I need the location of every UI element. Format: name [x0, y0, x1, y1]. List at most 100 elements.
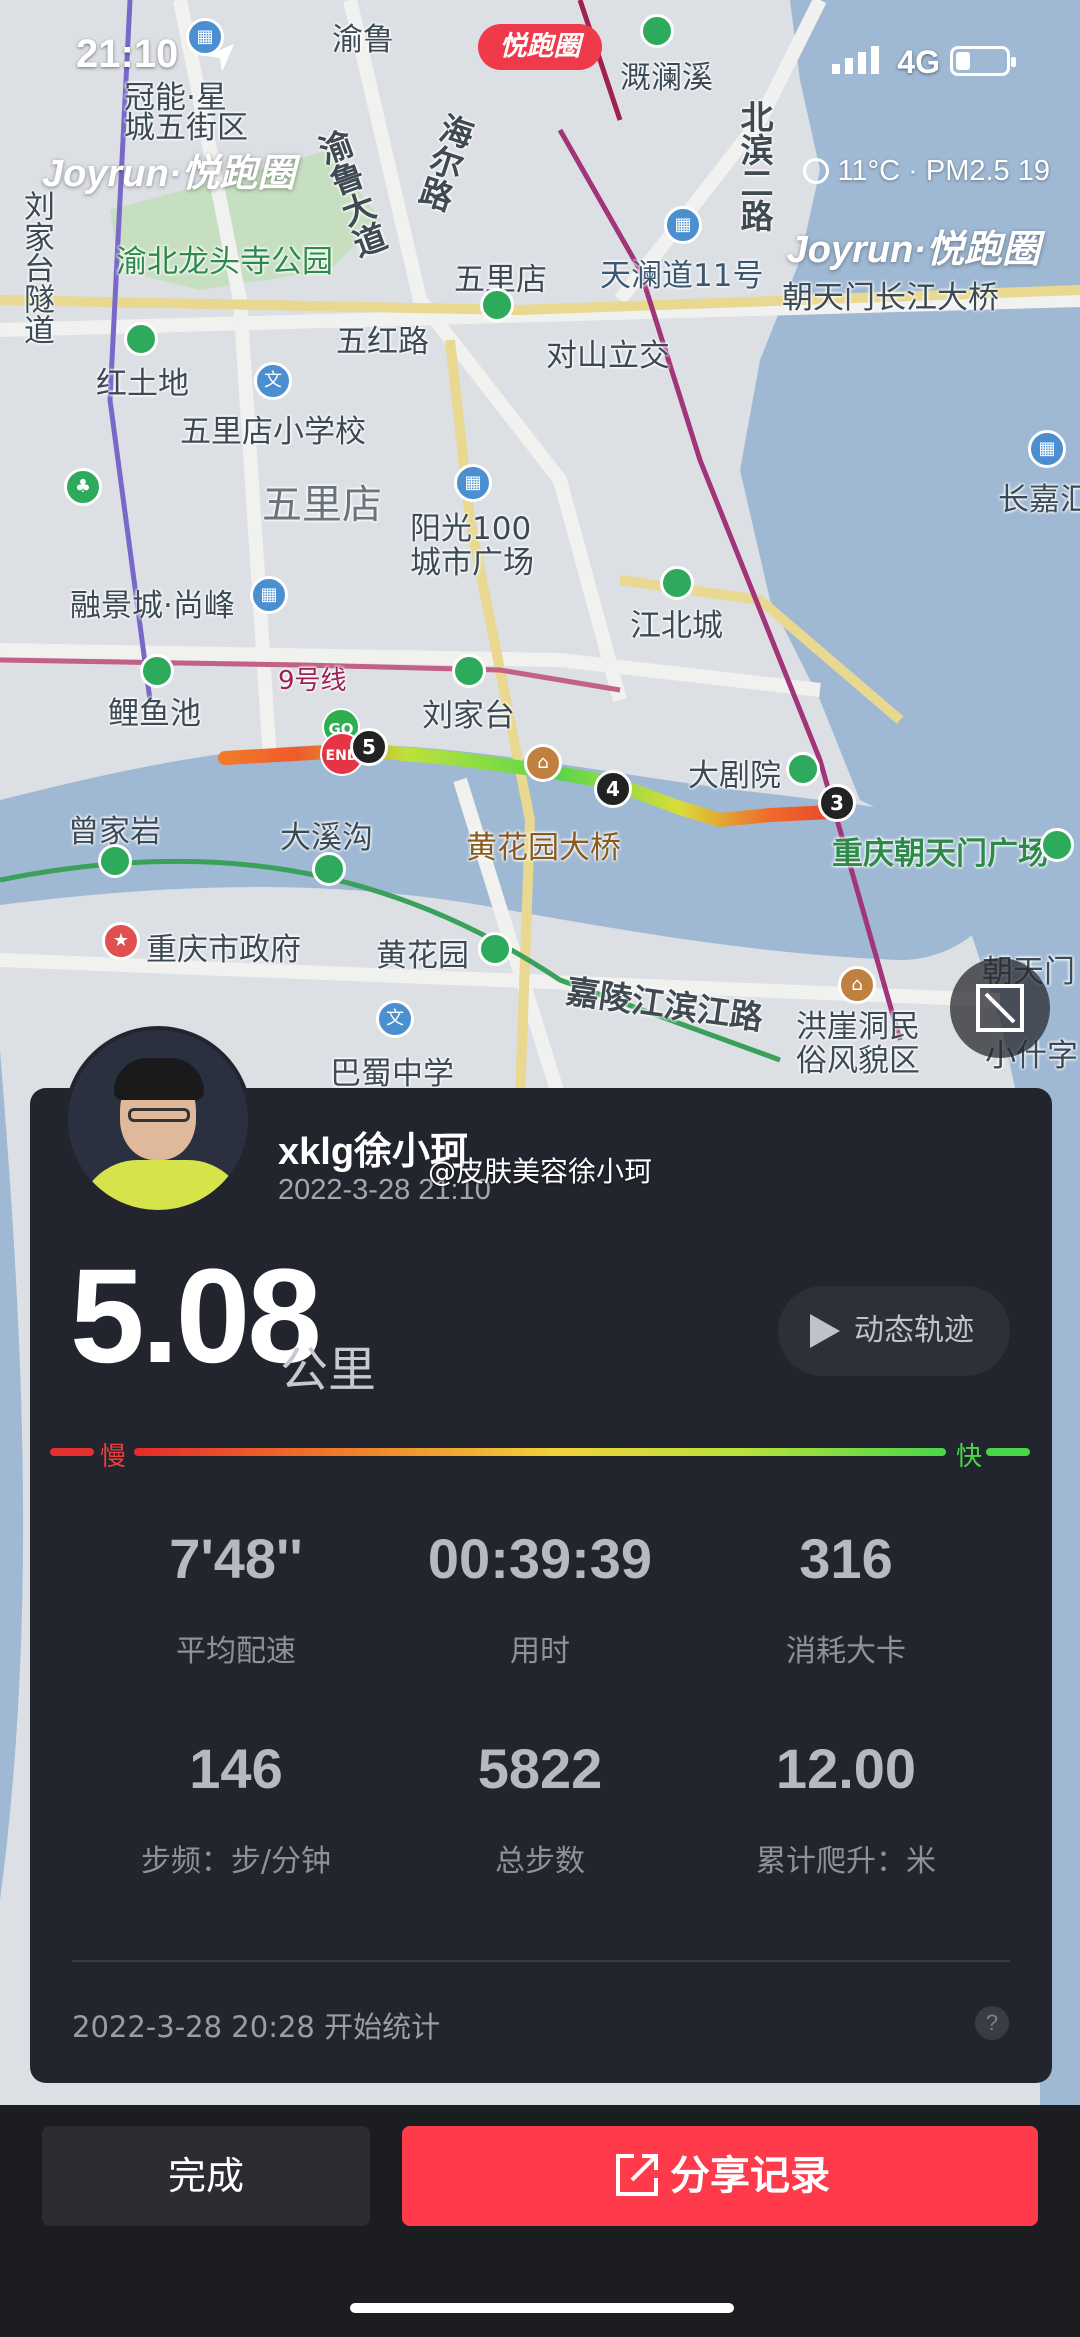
total-steps-value: 5822 — [477, 1737, 603, 1800]
avg-pace-label: 平均配速 — [176, 1634, 296, 1669]
map-label: 重庆市政府 — [146, 932, 301, 968]
map-label: 红土地 — [96, 366, 189, 402]
elevation-gain-label: 累计爬升：米 — [756, 1844, 936, 1879]
map-label: 刘家台 — [422, 698, 515, 734]
map-label: 重庆朝天门广场 — [832, 836, 1049, 872]
share-icon — [616, 2154, 658, 2196]
building-icon: ▦ — [1028, 430, 1066, 468]
fullscreen-button[interactable] — [950, 958, 1050, 1058]
pace-fast-segment — [986, 1448, 1030, 1456]
map-label: 五里店 — [262, 482, 382, 528]
metro-station-icon — [478, 932, 512, 966]
km-marker: 5 — [350, 728, 388, 766]
metro-station-icon — [98, 844, 132, 878]
building-icon: ▦ — [454, 464, 492, 502]
metro-station-icon — [1040, 828, 1074, 862]
avg-pace-value: 7'48'' — [169, 1527, 303, 1590]
brand-watermark: Joyrun·悦跑圈 — [786, 229, 1040, 271]
left-river — [0, 1050, 24, 1900]
distance-unit: 公里 — [280, 1342, 377, 1398]
metro-station-icon — [124, 322, 158, 356]
home-indicator[interactable] — [350, 2303, 734, 2313]
map-label: 城五街区 — [124, 110, 248, 146]
government-icon: ★ — [102, 922, 140, 960]
cadence-label: 步频：步/分钟 — [140, 1844, 332, 1879]
cadence-value: 146 — [189, 1737, 283, 1800]
app-badge: 悦跑圈 — [478, 24, 602, 70]
map-label: 大剧院 — [688, 758, 781, 794]
metro-station-icon — [640, 14, 674, 48]
km-marker: 3 — [818, 784, 856, 822]
network-type: 4G — [897, 44, 940, 80]
metro-station-icon — [312, 852, 346, 886]
map-label: 大溪沟 — [280, 820, 373, 856]
total-steps-label: 总步数 — [495, 1844, 585, 1879]
done-button[interactable]: 完成 — [42, 2126, 370, 2226]
start-time: 2022-3-28 20:28 开始统计 — [72, 2010, 441, 2044]
building-icon: ▦ — [250, 576, 288, 614]
map-label: 渝北龙头寺公园 — [116, 244, 333, 280]
map-label: 9号线 — [278, 666, 347, 696]
map-label: 五红路 — [336, 324, 429, 360]
sun-icon — [803, 158, 830, 184]
weibo-watermark: @皮肤美容徐小珂 — [428, 1155, 653, 1188]
duration-label: 用时 — [510, 1634, 570, 1669]
expand-icon — [976, 984, 1024, 1032]
school-icon: 文 — [254, 362, 292, 400]
elevation-gain-value: 12.00 — [775, 1737, 917, 1800]
school-icon: 文 — [376, 1000, 414, 1038]
pace-legend-bar — [50, 1448, 1030, 1460]
map-label: 鲤鱼池 — [108, 696, 201, 732]
map-label: 黄花园 — [376, 938, 469, 974]
map-label: 巴蜀中学 — [330, 1056, 454, 1092]
weather-info: 11°C · PM2.5 19 — [803, 155, 1050, 188]
map-label: 对山立交 — [546, 338, 670, 374]
divider — [72, 1960, 1010, 1962]
calories-label: 消耗大卡 — [786, 1634, 906, 1669]
map-label: 江北城 — [630, 608, 723, 644]
map-label: 洪崖洞民俗风貌区 — [796, 1009, 920, 1079]
map-label: 黄花园大桥 — [466, 830, 621, 866]
signal-icon — [832, 46, 879, 74]
weather-text: 11°C · PM2.5 19 — [837, 155, 1050, 187]
metro-station-icon — [452, 654, 486, 688]
metro-station-icon — [480, 288, 514, 322]
map-label: 渝鲁 — [332, 22, 394, 58]
scenic-icon: ⌂ — [838, 966, 876, 1004]
metro-station-icon — [660, 566, 694, 600]
pace-slow-segment — [50, 1448, 94, 1456]
map-label: 刘家台隧道 — [18, 190, 54, 345]
help-icon[interactable]: ? — [975, 2006, 1009, 2040]
map-label: 阳光100城市广场 — [410, 511, 534, 581]
map-label: 朝天门长江大桥 — [782, 280, 999, 316]
map-label: 北滨二路 — [735, 100, 774, 232]
km-marker: 4 — [594, 770, 632, 808]
bridge-icon: ⌂ — [524, 744, 562, 782]
park-icon: ♣ — [64, 468, 102, 506]
avatar-shirt — [78, 1160, 248, 1210]
avatar-hair — [114, 1058, 204, 1100]
map-label: 融景城·尚峰 — [70, 588, 235, 624]
map-label: 长嘉汇 — [998, 482, 1080, 518]
calories-value: 316 — [799, 1527, 893, 1590]
avatar[interactable] — [64, 1026, 252, 1214]
map-label: 天澜道11号 — [600, 258, 764, 294]
metro-station-icon — [140, 654, 174, 688]
metro-station-icon — [786, 752, 820, 786]
pace-gradient — [134, 1448, 946, 1456]
replay-track-button[interactable]: 动态轨迹 — [778, 1286, 1010, 1376]
duration-value: 00:39:39 — [427, 1527, 653, 1590]
pace-fast-label: 快 — [956, 1442, 983, 1472]
pace-slow-label: 慢 — [100, 1442, 127, 1472]
location-arrow-icon — [206, 44, 234, 72]
battery-icon — [950, 46, 1016, 76]
brand-watermark: Joyrun·悦跑圈 — [42, 153, 296, 195]
map-label: 五里店小学校 — [180, 414, 366, 450]
map-label: 溉澜溪 — [620, 60, 713, 96]
share-record-button[interactable]: 分享记录 — [402, 2126, 1038, 2226]
play-icon — [810, 1314, 840, 1348]
avatar-glasses — [128, 1108, 190, 1122]
share-record-label: 分享记录 — [670, 2153, 830, 2199]
status-time: 21:10 — [76, 32, 179, 76]
replay-track-label: 动态轨迹 — [854, 1313, 974, 1348]
